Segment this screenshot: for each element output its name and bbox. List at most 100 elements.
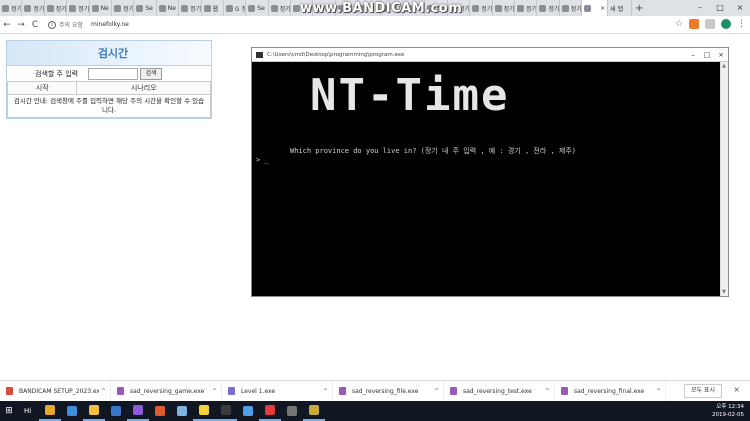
tab-label: Ne <box>167 4 176 12</box>
file-icon <box>339 387 346 395</box>
console-titlebar[interactable]: C:\Users\cmd\Desktop\programming\program… <box>252 48 728 62</box>
forward-button[interactable]: → <box>14 20 28 30</box>
browser-tab[interactable]: Se <box>246 0 269 16</box>
taskbar-app-record[interactable] <box>259 401 282 421</box>
scroll-up-icon[interactable]: ▲ <box>722 63 726 69</box>
close-tab-icon[interactable]: × <box>600 5 605 12</box>
reload-button[interactable]: C <box>28 20 42 30</box>
photos-icon <box>243 406 254 416</box>
browser-tab-active[interactable]: × <box>582 0 609 16</box>
taskbar-app-chrome[interactable] <box>39 401 62 421</box>
debugger-icon <box>155 406 166 416</box>
taskbar-app-visual-studio[interactable] <box>127 401 150 421</box>
taskbar-app-edge[interactable] <box>61 401 83 421</box>
browser-tab[interactable]: 정기 <box>179 0 202 16</box>
browser-tab[interactable]: 새 탭 <box>608 0 633 16</box>
result-table: 시작 시나리오 검시간 안내: 검색창에 주를 입력하면 해당 주의 시간을 확… <box>6 81 211 118</box>
taskbar-app-bandicam[interactable] <box>281 401 303 421</box>
chevron-up-icon[interactable]: ^ <box>545 388 550 395</box>
extension-icon[interactable] <box>689 19 699 29</box>
browser-tab[interactable]: G 정 <box>224 0 247 16</box>
chevron-up-icon[interactable]: ^ <box>101 388 106 395</box>
search-button[interactable]: 검색 <box>140 67 163 80</box>
security-label[interactable]: 주의 요함 <box>59 20 83 29</box>
browser-tab[interactable]: 정기 <box>45 0 68 16</box>
maximize-button[interactable]: □ <box>710 0 730 16</box>
taskbar-app-terminal[interactable] <box>215 401 238 421</box>
minimize-button[interactable]: – <box>690 0 710 16</box>
browser-tab[interactable]: 정기 <box>0 0 23 16</box>
taskbar-app-kakaotalk[interactable] <box>193 401 216 421</box>
new-tab-button[interactable]: + <box>632 0 646 16</box>
download-item[interactable]: Level 1.exe ^ <box>222 380 333 402</box>
back-button[interactable]: ← <box>0 20 14 30</box>
chevron-up-icon[interactable]: ^ <box>323 388 328 395</box>
tab-favicon-icon <box>158 4 166 12</box>
show-all-downloads-button[interactable]: 모두 표시 <box>684 384 722 398</box>
taskbar-app-notepad[interactable] <box>171 401 193 421</box>
download-filename: sad_reversing_final.exe <box>574 387 645 395</box>
download-item[interactable]: sad_reversing_game.exe ^ <box>111 380 222 402</box>
taskbar-app-photos[interactable] <box>237 401 259 421</box>
windows-start-icon[interactable]: ⊞ <box>0 401 18 421</box>
address-url[interactable]: minefolky.ne <box>91 21 129 28</box>
edge-icon <box>67 406 78 416</box>
console-output[interactable]: NT-Time Which province do you live in? (… <box>252 62 722 296</box>
tab-label: 정기 <box>548 5 560 13</box>
bandicam-watermark: www.BANDICAM.com <box>300 1 463 16</box>
taskbar-search[interactable]: Hi <box>24 407 31 415</box>
browser-tab[interactable]: Ne <box>157 0 180 16</box>
bookmark-star-icon[interactable]: ☆ <box>675 19 683 29</box>
browser-tab[interactable]: 정기 <box>470 0 493 16</box>
result-text: 검시간 안내: 검색창에 주를 입력하면 해당 주의 시간을 확인할 수 있습니… <box>7 94 211 118</box>
browser-tab[interactable]: 정기 <box>67 0 90 16</box>
console-title: C:\Users\cmd\Desktop\programming\program… <box>267 51 405 58</box>
scroll-down-icon[interactable]: ▼ <box>722 289 726 295</box>
browser-tab[interactable]: 웹 <box>202 0 224 16</box>
tab-label: 정기 <box>55 5 67 13</box>
console-window[interactable]: C:\Users\cmd\Desktop\programming\program… <box>251 47 729 297</box>
browser-tab[interactable]: 정기 <box>493 0 515 16</box>
taskbar-app-visual-studio-2[interactable] <box>303 401 326 421</box>
browser-tab[interactable]: 정기 <box>560 0 583 16</box>
browser-tab[interactable]: 정기 <box>22 0 45 16</box>
taskbar-app-debugger[interactable] <box>149 401 171 421</box>
tab-favicon-icon <box>248 4 256 12</box>
tab-favicon-icon <box>561 4 569 12</box>
console-prompt: Which province do you live in? (정기 내 주 입… <box>290 147 577 155</box>
ascii-banner: NT-Time <box>310 70 510 121</box>
console-scrollbar[interactable]: ▲ ▼ <box>720 62 728 296</box>
search-input[interactable] <box>88 67 139 80</box>
chevron-up-icon[interactable]: ^ <box>212 388 217 395</box>
browser-tab[interactable]: Se <box>134 0 157 16</box>
console-minimize-button[interactable]: – <box>686 51 700 59</box>
taskbar-app-explorer[interactable] <box>83 401 106 421</box>
download-item[interactable]: sad_reversing_file.exe ^ <box>333 380 444 402</box>
close-downloads-icon[interactable]: × <box>733 385 740 394</box>
system-clock[interactable]: 오후 12:34 2019-02-05 <box>712 403 744 419</box>
download-item[interactable]: sad_reversing_test.exe ^ <box>444 380 555 402</box>
console-cursor[interactable]: > _ <box>256 156 269 164</box>
browser-tab[interactable]: 정기 <box>112 0 135 16</box>
console-close-button[interactable]: × <box>714 51 728 59</box>
console-maximize-button[interactable]: □ <box>700 51 714 59</box>
taskbar-app-mail[interactable] <box>105 401 127 421</box>
download-item[interactable]: sad_reversing_final.exe ^ <box>555 380 666 402</box>
browser-tab[interactable]: 정기 <box>537 0 560 16</box>
close-button[interactable]: × <box>730 0 750 16</box>
browser-tab[interactable]: 정기 <box>269 0 292 16</box>
info-icon[interactable]: i <box>48 20 56 29</box>
browser-tab[interactable]: Ne <box>90 0 112 16</box>
chevron-up-icon[interactable]: ^ <box>434 388 439 395</box>
download-item[interactable]: BANDICAM SETUP_2023.exe ^ <box>0 380 111 402</box>
clock-time: 오후 12:34 <box>716 404 744 410</box>
chevron-up-icon[interactable]: ^ <box>656 388 661 395</box>
file-icon <box>228 387 235 395</box>
profile-avatar[interactable] <box>721 19 731 29</box>
extension-icon[interactable] <box>705 19 715 29</box>
widget-header: 검시간 <box>7 41 211 65</box>
bandicam-icon <box>287 406 298 416</box>
menu-icon[interactable]: ⋮ <box>737 19 746 29</box>
browser-tab[interactable]: 정기 <box>515 0 538 16</box>
tab-favicon-icon <box>46 4 54 12</box>
